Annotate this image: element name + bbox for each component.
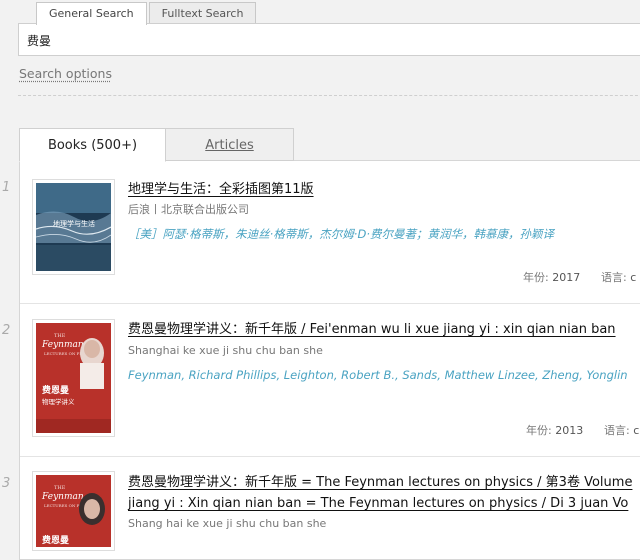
result-authors[interactable]: ［美］阿瑟·格蒂斯，朱迪丝·格蒂斯，杰尔姆·D·费尔曼著；黄润华，韩慕康，孙颖译 [128, 226, 554, 242]
cover-text: Feynman [41, 340, 84, 350]
year-label: 年份: [523, 271, 549, 284]
book-cover[interactable]: 地理学与生活 [32, 179, 115, 275]
result-title-link[interactable]: 费恩曼物理学讲义：新千年版 / Fei'enman wu li xue jian… [128, 320, 616, 340]
result-type-tabs: Books (500+) Articles [19, 128, 294, 162]
result-index: 3 [2, 476, 11, 491]
language-value: c [633, 424, 640, 437]
language-label: 语言: [604, 424, 630, 437]
book-cover[interactable]: THE Feynman LECTURES ON PHYSICS 费恩曼 物理学讲… [32, 319, 115, 437]
tab-fulltext-search[interactable]: Fulltext Search [148, 2, 257, 23]
result-authors[interactable]: Feynman, Richard Phillips, Leighton, Rob… [128, 368, 628, 382]
cover-text: 费恩曼 [42, 534, 69, 546]
result-index: 1 [2, 180, 11, 195]
tab-articles[interactable]: Articles [165, 128, 294, 161]
cover-text: 物理学讲义 [42, 397, 75, 406]
result-separator [20, 456, 640, 457]
cover-text: Feynman [41, 492, 84, 502]
search-input[interactable]: 费曼 [18, 23, 640, 56]
book-cover-image: THE Feynman LECTURES ON PHYSICS 费恩曼 [36, 475, 111, 547]
language-label: 语言: [601, 271, 627, 284]
cover-text: 费恩曼 [42, 384, 69, 396]
year-value: 2013 [555, 424, 584, 437]
result-language: 语言: c [601, 269, 636, 285]
book-cover-image: THE Feynman LECTURES ON PHYSICS 费恩曼 物理学讲… [36, 323, 111, 433]
result-publisher[interactable]: 后浪丨北京联合出版公司 [128, 201, 249, 217]
result-title-link[interactable]: 费恩曼物理学讲义：新千年版 = The Feynman lectures on … [128, 473, 632, 493]
search-options-link[interactable]: Search options [19, 66, 112, 81]
result-title-link[interactable]: 地理学与生活：全彩插图第11版 [128, 180, 314, 200]
tab-books[interactable]: Books (500+) [19, 128, 166, 162]
result-index: 2 [2, 323, 11, 338]
book-cover-image: 地理学与生活 [35, 183, 112, 271]
divider [18, 95, 640, 96]
book-cover[interactable]: THE Feynman LECTURES ON PHYSICS 费恩曼 [32, 471, 115, 551]
result-language: 语言: c [604, 422, 639, 438]
cover-text: THE [54, 485, 66, 491]
result-separator [20, 303, 640, 304]
result-publisher[interactable]: Shang hai ke xue ji shu chu ban she [128, 517, 326, 530]
search-mode-tabs: General Search Fulltext Search [36, 2, 258, 25]
cover-text: THE [54, 333, 66, 339]
result-year: 年份: 2013 [526, 422, 583, 438]
year-value: 2017 [552, 271, 581, 284]
language-value: c [630, 271, 637, 284]
tab-general-search[interactable]: General Search [36, 2, 147, 25]
cover-title: 地理学与生活 [53, 219, 95, 228]
result-title-link-continued[interactable]: jiang yi : Xin qian nian ban = The Feynm… [128, 494, 628, 514]
result-publisher[interactable]: Shanghai ke xue ji shu chu ban she [128, 344, 323, 357]
result-year: 年份: 2017 [523, 269, 580, 285]
year-label: 年份: [526, 424, 552, 437]
